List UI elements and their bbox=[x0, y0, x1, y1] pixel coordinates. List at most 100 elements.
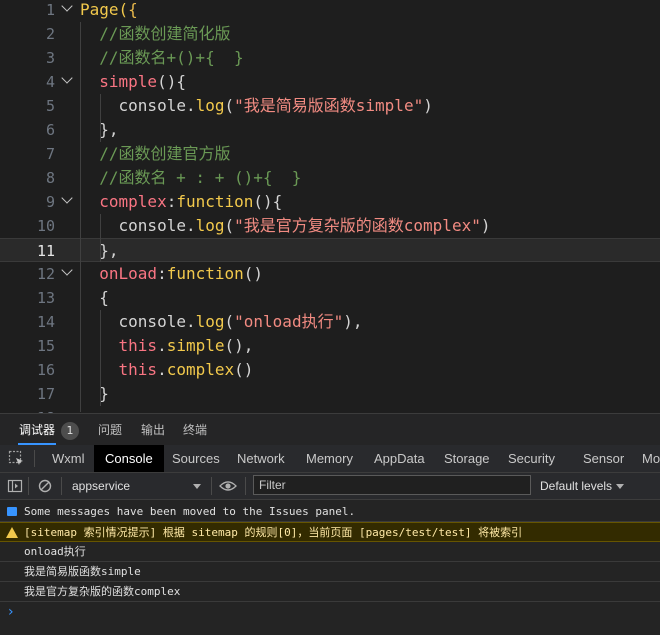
fold-chevron-icon[interactable] bbox=[61, 264, 73, 276]
code-line[interactable]: 9 complex:function(){ bbox=[0, 190, 660, 214]
code-line[interactable]: 7 //函数创建官方版 bbox=[0, 142, 660, 166]
console-message: [sitemap 索引情况提示] 根据 sitemap 的规则[0]，当前页面 … bbox=[0, 522, 660, 542]
message-text: Some messages have been moved to the Iss… bbox=[24, 505, 356, 518]
code-text: complex:function(){ bbox=[99, 192, 283, 211]
line-number: 17 bbox=[36, 385, 55, 403]
indent-guide bbox=[100, 310, 101, 406]
code-text: //函数名 + : + ()+{ } bbox=[80, 168, 302, 187]
fold-chevron-icon[interactable] bbox=[61, 0, 73, 12]
code-line[interactable]: 17 } bbox=[0, 382, 660, 406]
code-line[interactable]: 4 simple(){ bbox=[0, 70, 660, 94]
line-number: 13 bbox=[36, 289, 55, 307]
line-number: 6 bbox=[45, 121, 55, 139]
code-text: { bbox=[80, 288, 109, 307]
code-text: onLoad:function() bbox=[99, 264, 264, 283]
code-text: //函数创建官方版 bbox=[80, 144, 231, 163]
code-text: Page({ bbox=[80, 0, 138, 19]
code-line[interactable]: 14 console.log("onload执行"), bbox=[0, 310, 660, 334]
toolbar-divider bbox=[28, 477, 29, 495]
chevron-down-icon[interactable] bbox=[193, 484, 201, 489]
devtools-tab-sensor[interactable]: Sensor bbox=[583, 445, 624, 472]
console-output[interactable]: Some messages have been moved to the Iss… bbox=[0, 500, 660, 635]
code-text: this.complex() bbox=[118, 360, 254, 379]
indent-guide bbox=[100, 94, 101, 142]
clear-console-icon[interactable] bbox=[37, 478, 53, 494]
code-line[interactable]: 2 //函数创建简化版 bbox=[0, 22, 660, 46]
code-line[interactable]: 5 console.log("我是简易版函数simple") bbox=[0, 94, 660, 118]
devtools-tab-console[interactable]: Console bbox=[94, 445, 164, 472]
line-number: 18 bbox=[0, 406, 55, 413]
code-text: } bbox=[80, 384, 109, 403]
indent-guide bbox=[80, 22, 81, 412]
eye-icon[interactable] bbox=[219, 479, 237, 493]
code-line[interactable]: 18 bbox=[0, 406, 660, 413]
line-number: 8 bbox=[45, 169, 55, 187]
code-text: //函数创建简化版 bbox=[80, 24, 231, 43]
code-text: //函数名+()+{ } bbox=[80, 48, 244, 67]
devtools-tab-network[interactable]: Network bbox=[237, 445, 285, 472]
console-toolbar: appservice Filter Default levels bbox=[0, 473, 660, 500]
warning-icon bbox=[6, 527, 18, 538]
chevron-down-icon[interactable] bbox=[616, 484, 624, 489]
code-text: console.log("我是官方复杂版的函数complex") bbox=[80, 216, 491, 235]
message-text: [sitemap 索引情况提示] 根据 sitemap 的规则[0]，当前页面 … bbox=[24, 526, 523, 539]
filter-placeholder: Filter bbox=[259, 478, 286, 492]
panel-tab-bar: 调试器 1 问题 输出 终端 bbox=[0, 413, 660, 446]
line-number: 16 bbox=[36, 361, 55, 379]
toolbar-divider bbox=[34, 450, 35, 467]
debugger-count-badge: 1 bbox=[61, 422, 79, 440]
tab-output[interactable]: 输出 bbox=[141, 414, 165, 446]
line-number: 2 bbox=[45, 25, 55, 43]
message-text: 我是官方复杂版的函数complex bbox=[24, 585, 181, 598]
filter-input[interactable]: Filter bbox=[253, 475, 531, 495]
toolbar-divider bbox=[61, 477, 62, 495]
code-text: console.log("我是简易版函数simple") bbox=[80, 96, 433, 115]
indent-guide bbox=[100, 214, 101, 262]
line-number: 11 bbox=[36, 242, 55, 260]
code-text: this.simple(), bbox=[118, 336, 254, 355]
devtools-tab-memory[interactable]: Memory bbox=[306, 445, 353, 472]
code-line[interactable]: 12 onLoad:function() bbox=[0, 262, 660, 286]
devtools-tab-storage[interactable]: Storage bbox=[444, 445, 490, 472]
fold-chevron-icon[interactable] bbox=[61, 72, 73, 84]
devtools-tab-mo[interactable]: Mo bbox=[642, 445, 660, 472]
code-editor[interactable]: 1 Page({2 //函数创建简化版 3 //函数名+()+{ } 4 simple… bbox=[0, 0, 660, 413]
console-message: 我是官方复杂版的函数complex bbox=[0, 582, 660, 602]
code-line[interactable]: 15 this.simple(), bbox=[0, 334, 660, 358]
tab-problems[interactable]: 问题 bbox=[98, 414, 122, 446]
tab-debugger[interactable]: 调试器 bbox=[19, 414, 55, 446]
toolbar-divider bbox=[211, 477, 212, 495]
console-message: Some messages have been moved to the Iss… bbox=[0, 502, 660, 522]
line-number: 7 bbox=[45, 145, 55, 163]
tab-terminal[interactable]: 终端 bbox=[183, 414, 207, 446]
console-prompt[interactable]: › bbox=[8, 603, 14, 621]
line-number: 9 bbox=[45, 193, 55, 211]
code-line[interactable]: 1 Page({ bbox=[0, 0, 660, 22]
line-number: 15 bbox=[36, 337, 55, 355]
fold-chevron-icon[interactable] bbox=[61, 192, 73, 204]
code-line[interactable]: 13 { bbox=[0, 286, 660, 310]
devtools-tab-sources[interactable]: Sources bbox=[172, 445, 220, 472]
message-text: onload执行 bbox=[24, 545, 86, 558]
devtools-tab-security[interactable]: Security bbox=[508, 445, 555, 472]
bottom-panel: 调试器 1 问题 输出 终端 Wxml Console Sources Network… bbox=[0, 413, 660, 635]
devtools-tab-bar: Wxml Console Sources Network Memory AppData St… bbox=[0, 445, 660, 473]
log-levels-select[interactable]: Default levels bbox=[540, 473, 612, 499]
sidebar-toggle-icon[interactable] bbox=[7, 478, 23, 494]
toolbar-divider bbox=[245, 477, 246, 495]
devtools-tab-wxml[interactable]: Wxml bbox=[52, 445, 85, 472]
code-line[interactable]: 16 this.complex() bbox=[0, 358, 660, 382]
code-text: console.log("onload执行"), bbox=[80, 312, 363, 331]
code-line[interactable]: 8 //函数名 + : + ()+{ } bbox=[0, 166, 660, 190]
line-number: 4 bbox=[45, 73, 55, 91]
context-select[interactable]: appservice bbox=[72, 473, 130, 499]
inspect-element-icon[interactable] bbox=[8, 450, 25, 467]
code-line[interactable]: 6 }, bbox=[0, 118, 660, 142]
line-number: 14 bbox=[36, 313, 55, 331]
devtools-tab-appdata[interactable]: AppData bbox=[374, 445, 425, 472]
code-line[interactable]: 11 }, bbox=[0, 238, 660, 262]
code-line[interactable]: 10 console.log("我是官方复杂版的函数complex") bbox=[0, 214, 660, 238]
console-message: onload执行 bbox=[0, 542, 660, 562]
code-line[interactable]: 3 //函数名+()+{ } bbox=[0, 46, 660, 70]
line-number: 1 bbox=[45, 1, 55, 19]
